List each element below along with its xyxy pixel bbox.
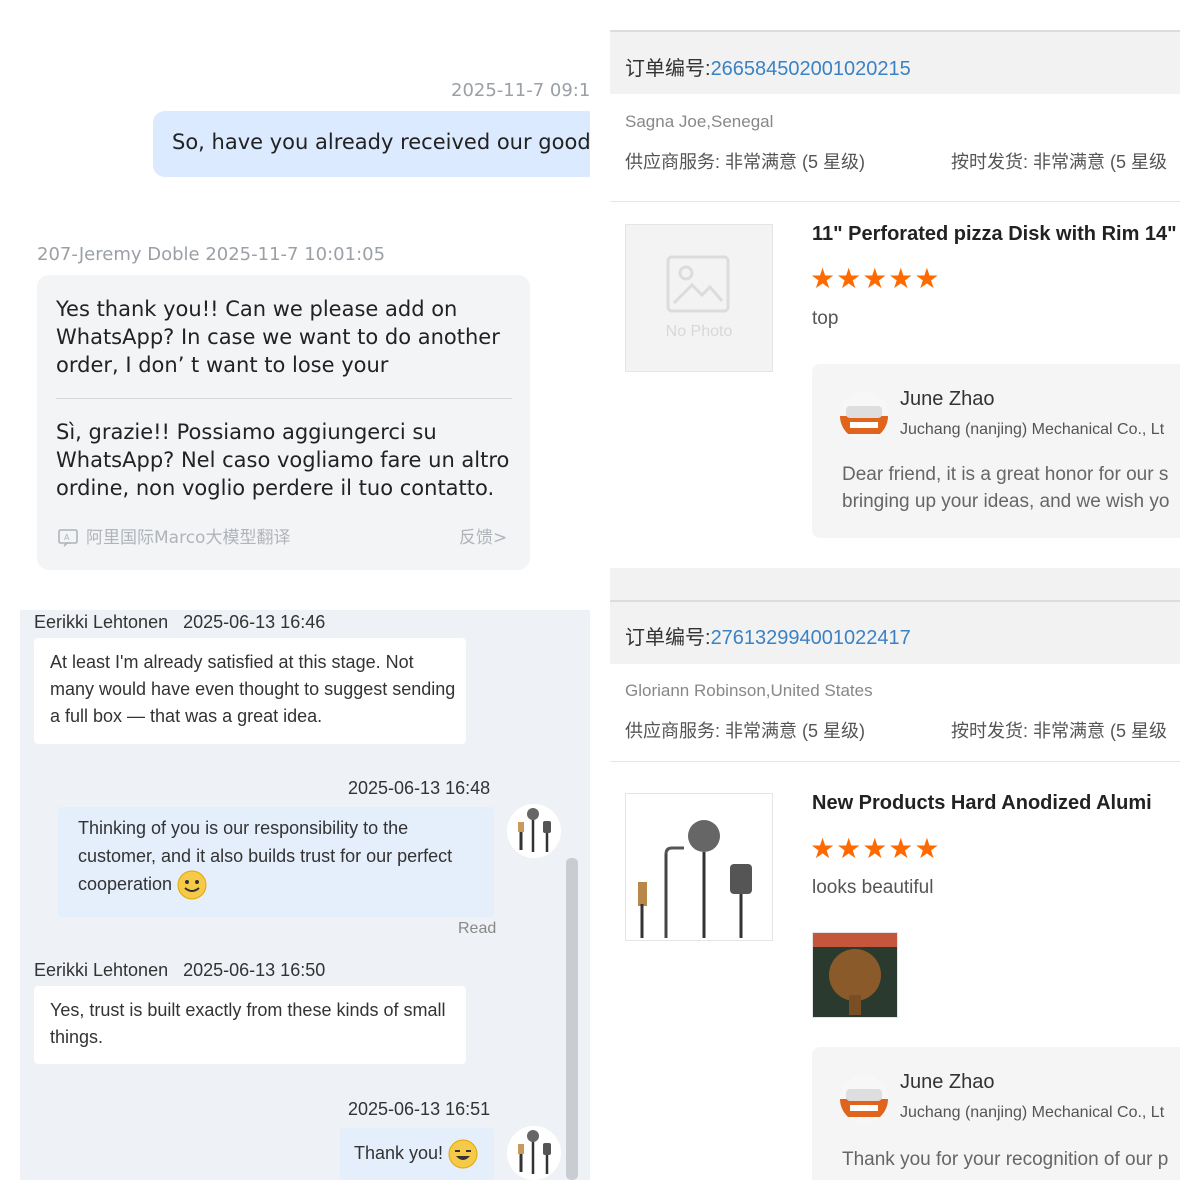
- outgoing-message-text: Thinking of you is our responsibility to…: [78, 814, 488, 900]
- on-time-rating: 按时发货: 非常满意 (5 星级: [951, 152, 1168, 172]
- reviews-panel: 订单编号:266584502001020215 Sagna Joe,Senega…: [610, 20, 1180, 1180]
- pizza-oven-icon: [840, 1075, 888, 1123]
- supplier-service-rating: 供应商服务: 非常满意 (5 星级): [625, 721, 866, 741]
- incoming-original-text: Yes thank you!! Can we please add on Wha…: [56, 297, 500, 377]
- feedback-link[interactable]: 反馈>: [459, 524, 507, 552]
- incoming-translation-text: Sì, grazie!! Possiamo aggiungerci su Wha…: [56, 420, 510, 500]
- divider: [610, 761, 1180, 762]
- order-separator: [610, 568, 1180, 600]
- incoming-header: 207-Jeremy Doble 2025-11-7 10:01:05: [37, 244, 386, 265]
- avatar: [507, 804, 561, 858]
- reply-company: Juchang (nanjing) Mechanical Co., Lt: [900, 1104, 1165, 1121]
- message-time: 2025-06-13 16:48: [348, 778, 491, 798]
- order-label: 订单编号:: [625, 58, 711, 80]
- incoming-message-bubble[interactable]: Yes thank you!! Can we please add on Wha…: [37, 275, 530, 570]
- no-photo-icon: [666, 255, 730, 313]
- order-header: 订单编号:266584502001020215: [610, 30, 1180, 94]
- avatar: [840, 1075, 888, 1123]
- outgoing-message-body: Thank you!: [354, 1143, 444, 1163]
- incoming-message[interactable]: At least I'm already satisfied at this s…: [34, 638, 466, 744]
- order-number-link[interactable]: 276132994001022417: [711, 627, 911, 649]
- wooden-board-image: [813, 933, 897, 1017]
- translate-icon: A: [58, 526, 78, 547]
- reply-author-name: June Zhao: [900, 1071, 995, 1093]
- sender-name: Eerikki Lehtonen: [34, 960, 169, 980]
- reply-text: Thank you for your recognition of our p: [842, 1149, 1169, 1170]
- outgoing-message[interactable]: Thank you!: [340, 1128, 494, 1180]
- order-header: 订单编号:276132994001022417: [610, 600, 1180, 664]
- order-number-line: 订单编号:266584502001020215: [625, 52, 911, 81]
- pizza-oven-icon: [840, 392, 888, 440]
- product-image-placeholder[interactable]: No Photo: [625, 224, 773, 372]
- product-image[interactable]: [625, 793, 773, 941]
- product-title-link[interactable]: New Products Hard Anodized Alumi: [812, 792, 1152, 815]
- chat-panel-top: 2025-11-7 09:1 So, have you already rece…: [20, 0, 590, 590]
- translator-label: 阿里国际Marco大模型翻译: [86, 528, 291, 548]
- scrollbar-thumb[interactable]: [566, 858, 578, 1180]
- sender-name: Eerikki Lehtonen: [34, 612, 169, 632]
- pizza-tools-icon: [518, 808, 551, 852]
- review-photo-thumbnail[interactable]: [812, 932, 898, 1018]
- order-number-line: 订单编号:276132994001022417: [625, 621, 911, 650]
- incoming-message-text: Yes, trust is built exactly from these k…: [50, 1000, 446, 1047]
- review-text: looks beautiful: [812, 877, 934, 898]
- message-time: 2025-06-13 16:51: [348, 1099, 491, 1119]
- message-time: 2025-06-13 16:46: [183, 612, 326, 632]
- outgoing-message-text: Thank you!: [354, 1139, 478, 1169]
- read-status: Read: [458, 920, 497, 937]
- divider: [610, 201, 1180, 202]
- svg-text:A: A: [64, 533, 70, 542]
- order-label: 订单编号:: [625, 627, 711, 649]
- incoming-message-text: At least I'm already satisfied at this s…: [50, 652, 456, 726]
- on-time-rating: 按时发货: 非常满意 (5 星级: [951, 721, 1168, 741]
- pizza-tools-image: [638, 820, 752, 938]
- translation-divider: [56, 398, 512, 399]
- reply-company: Juchang (nanjing) Mechanical Co., Lt: [900, 421, 1165, 438]
- outgoing-message[interactable]: Thinking of you is our responsibility to…: [58, 807, 494, 917]
- smile-emoji-icon: [177, 870, 207, 900]
- pizza-tools-icon: [518, 1130, 551, 1174]
- message-time: 2025-06-13 16:50: [183, 960, 326, 980]
- sender-label: Eerikki Lehtonen 2025-06-13 16:50: [34, 960, 325, 981]
- laugh-emoji-icon: [448, 1139, 478, 1169]
- seller-reply: June Zhao Juchang (nanjing) Mechanical C…: [812, 1047, 1180, 1180]
- outgoing-timestamp: 2025-11-7 09:1: [451, 80, 590, 101]
- buyer-info: Sagna Joe,Senegal: [625, 112, 774, 131]
- order-number-link[interactable]: 266584502001020215: [711, 58, 911, 80]
- product-title-link[interactable]: 11" Perforated pizza Disk with Rim 14" P…: [812, 223, 1180, 246]
- reply-author-name: June Zhao: [900, 388, 995, 410]
- sender-label: Eerikki Lehtonen 2025-06-13 16:46: [34, 612, 325, 633]
- review-text: top: [812, 308, 839, 329]
- avatar: [507, 1126, 561, 1180]
- outgoing-message-text: So, have you already received our goods: [172, 130, 590, 154]
- chat-panel-bottom: Eerikki Lehtonen 2025-06-13 16:46 At lea…: [20, 610, 590, 1180]
- reply-text: Dear friend, it is a great honor for our…: [842, 464, 1170, 512]
- incoming-message[interactable]: Yes, trust is built exactly from these k…: [34, 986, 466, 1064]
- star-rating: ★★★★★: [810, 263, 941, 294]
- star-rating: ★★★★★: [810, 833, 941, 864]
- buyer-info: Gloriann Robinson,United States: [625, 681, 873, 700]
- no-photo-label: No Photo: [665, 323, 733, 340]
- avatar: [840, 392, 888, 440]
- supplier-service-rating: 供应商服务: 非常满意 (5 星级): [625, 152, 866, 172]
- seller-reply: June Zhao Juchang (nanjing) Mechanical C…: [812, 364, 1180, 538]
- outgoing-message-body: Thinking of you is our responsibility to…: [78, 818, 453, 894]
- outgoing-message-bubble[interactable]: So, have you already received our goods: [153, 111, 590, 177]
